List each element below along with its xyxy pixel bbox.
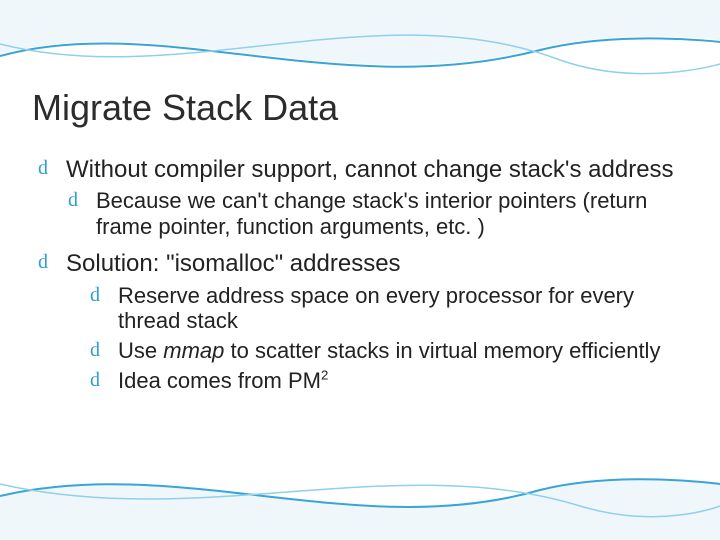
slide-title: Migrate Stack Data bbox=[32, 88, 338, 128]
bullet-icon: d bbox=[38, 156, 48, 180]
slide-content: d Without compiler support, cannot chang… bbox=[38, 150, 682, 394]
bullet-icon: d bbox=[68, 188, 78, 212]
bullet-text: Solution: "isomalloc" addresses bbox=[66, 250, 401, 277]
bullet-item: d Because we can't change stack's interi… bbox=[38, 188, 682, 240]
bullet-item: d Without compiler support, cannot chang… bbox=[38, 156, 682, 184]
bullet-icon: d bbox=[90, 338, 100, 362]
text-fragment: to scatter stacks in virtual memory effi… bbox=[224, 338, 660, 363]
bullet-icon: d bbox=[90, 283, 100, 307]
decorative-wave-bottom bbox=[0, 450, 720, 540]
bullet-icon: d bbox=[38, 250, 48, 274]
text-fragment-superscript: 2 bbox=[321, 368, 328, 383]
bullet-text: Idea comes from PM2 bbox=[118, 368, 328, 393]
text-fragment: Idea comes from PM bbox=[118, 368, 321, 393]
bullet-item: d Use mmap to scatter stacks in virtual … bbox=[38, 338, 682, 364]
bullet-text: Reserve address space on every processor… bbox=[118, 283, 634, 334]
text-fragment-emphasis: mmap bbox=[163, 338, 224, 363]
bullet-text: Use mmap to scatter stacks in virtual me… bbox=[118, 338, 660, 363]
bullet-item: d Solution: "isomalloc" addresses bbox=[38, 250, 682, 278]
slide: Migrate Stack Data d Without compiler su… bbox=[0, 0, 720, 540]
bullet-icon: d bbox=[90, 368, 100, 392]
bullet-item: d Reserve address space on every process… bbox=[38, 283, 682, 335]
bullet-text: Because we can't change stack's interior… bbox=[96, 188, 647, 239]
text-fragment: Use bbox=[118, 338, 163, 363]
decorative-wave-top bbox=[0, 0, 720, 90]
bullet-text: Without compiler support, cannot change … bbox=[66, 156, 674, 183]
bullet-item: d Idea comes from PM2 bbox=[38, 368, 682, 394]
